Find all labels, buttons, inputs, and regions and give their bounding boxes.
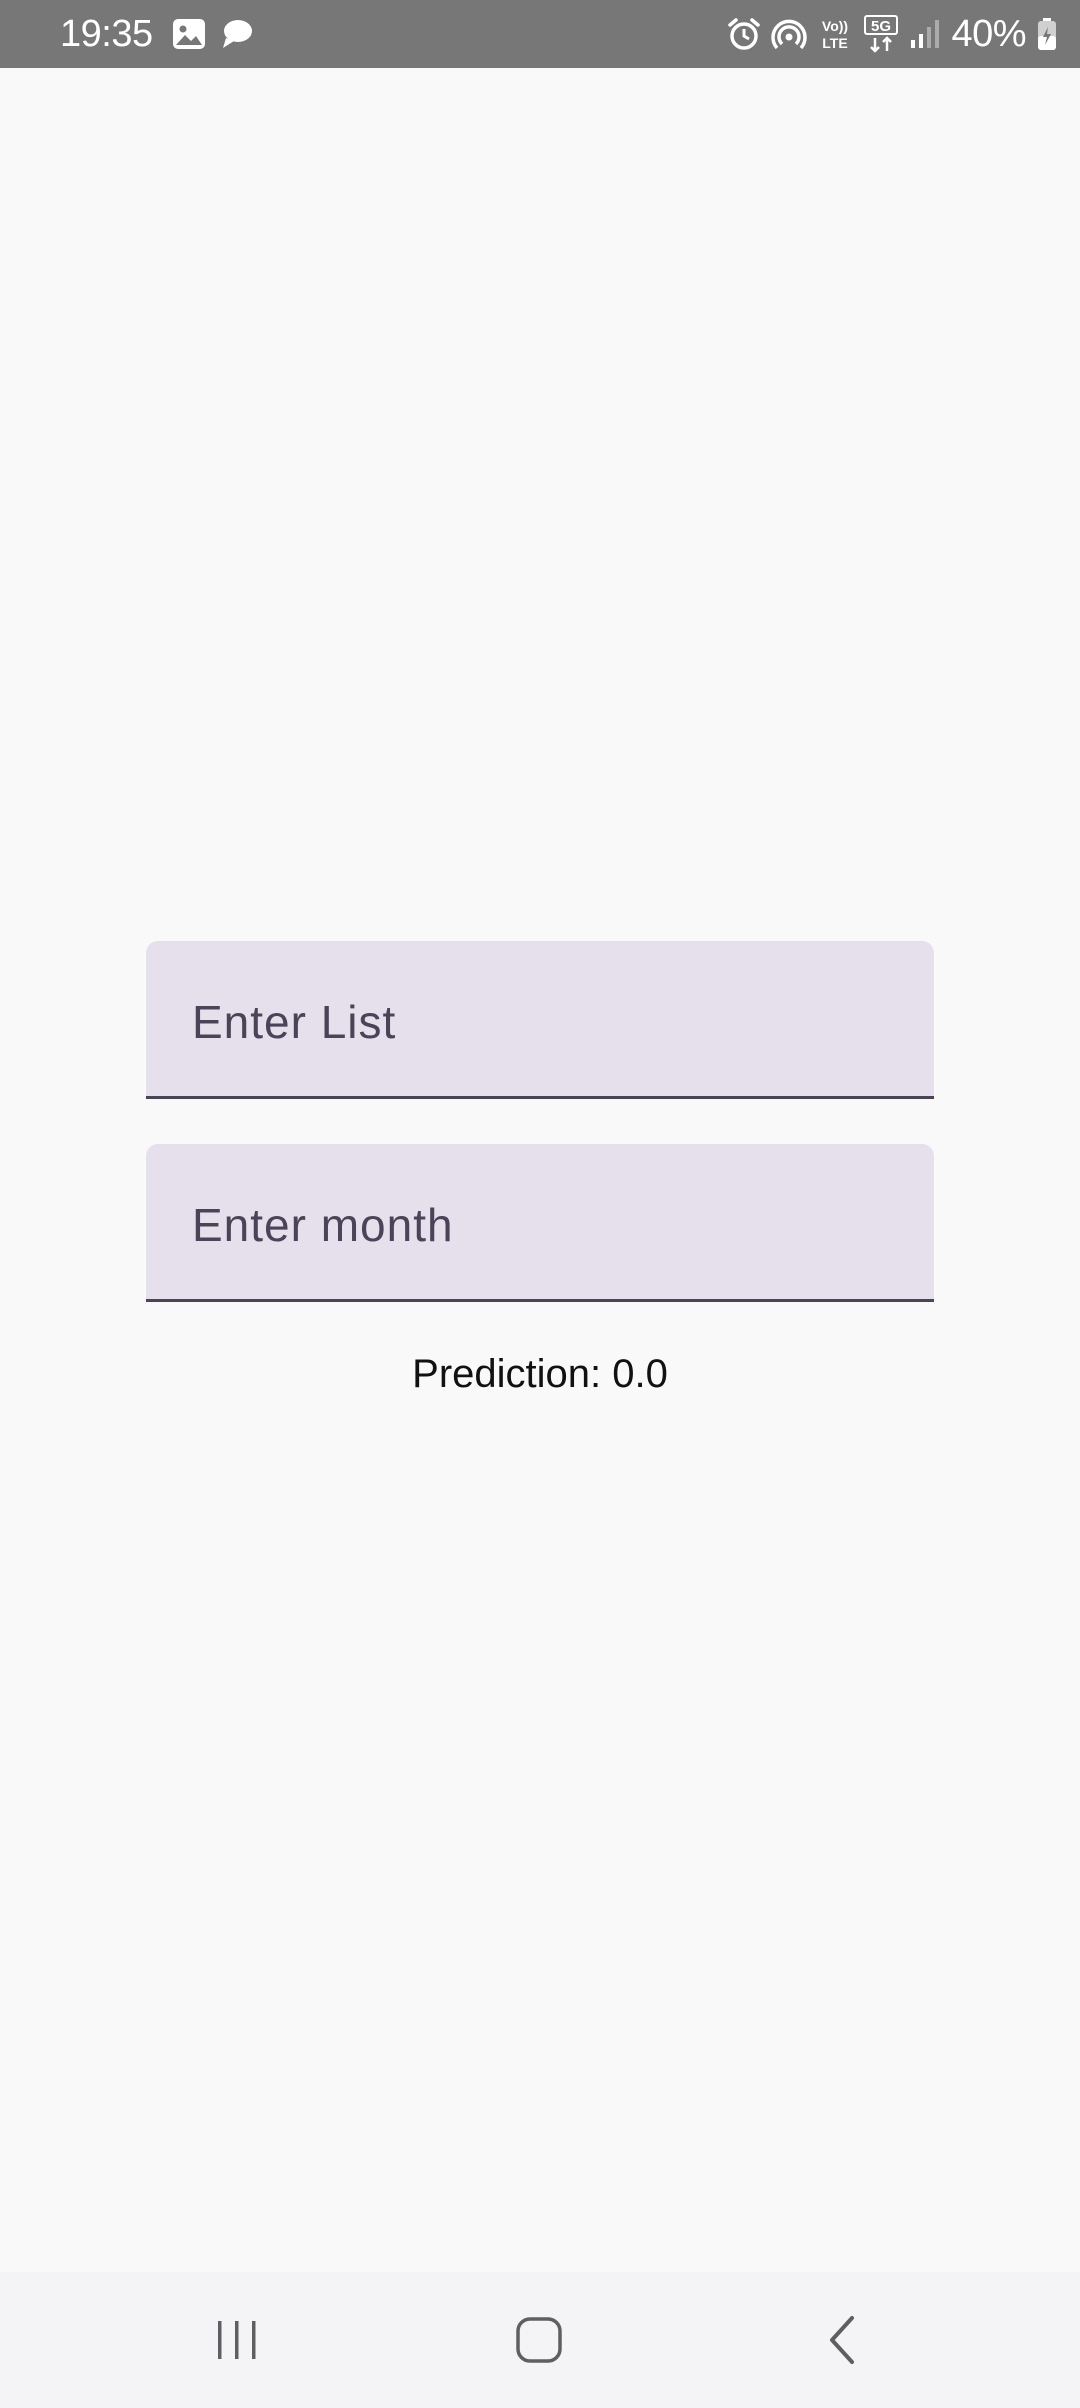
status-bar: 19:35 Vo)) LTE 5G 40% xyxy=(0,0,1080,68)
volte-icon: Vo)) LTE xyxy=(817,16,853,52)
list-input-field[interactable]: Enter List xyxy=(146,941,934,1099)
list-input-placeholder: Enter List xyxy=(192,996,397,1048)
prediction-text: Prediction: 0.0 xyxy=(412,1352,668,1396)
chat-bubble-icon xyxy=(220,18,254,50)
home-button[interactable] xyxy=(499,2300,579,2380)
status-left-icons xyxy=(172,18,254,50)
gallery-icon xyxy=(172,18,206,50)
back-button[interactable] xyxy=(802,2300,882,2380)
recents-button[interactable] xyxy=(197,2300,277,2380)
back-icon xyxy=(822,2314,862,2366)
hotspot-icon xyxy=(771,17,808,51)
month-input-placeholder: Enter month xyxy=(192,1199,454,1251)
navigation-bar xyxy=(0,2272,1080,2408)
volte-line2: LTE xyxy=(823,35,848,51)
5g-icon: 5G xyxy=(863,15,899,53)
alarm-icon xyxy=(727,17,761,51)
signal-icon xyxy=(909,18,941,50)
battery-percent: 40% xyxy=(951,13,1026,55)
home-icon xyxy=(514,2315,564,2365)
status-right-icons: Vo)) LTE 5G 40% xyxy=(727,12,1058,56)
status-time: 19:35 xyxy=(60,13,153,55)
network-label: 5G xyxy=(871,18,891,35)
battery-charging-icon xyxy=(1036,17,1058,51)
recents-icon xyxy=(213,2318,261,2362)
month-input-field[interactable]: Enter month xyxy=(146,1144,934,1302)
volte-line1: Vo)) xyxy=(822,18,848,34)
